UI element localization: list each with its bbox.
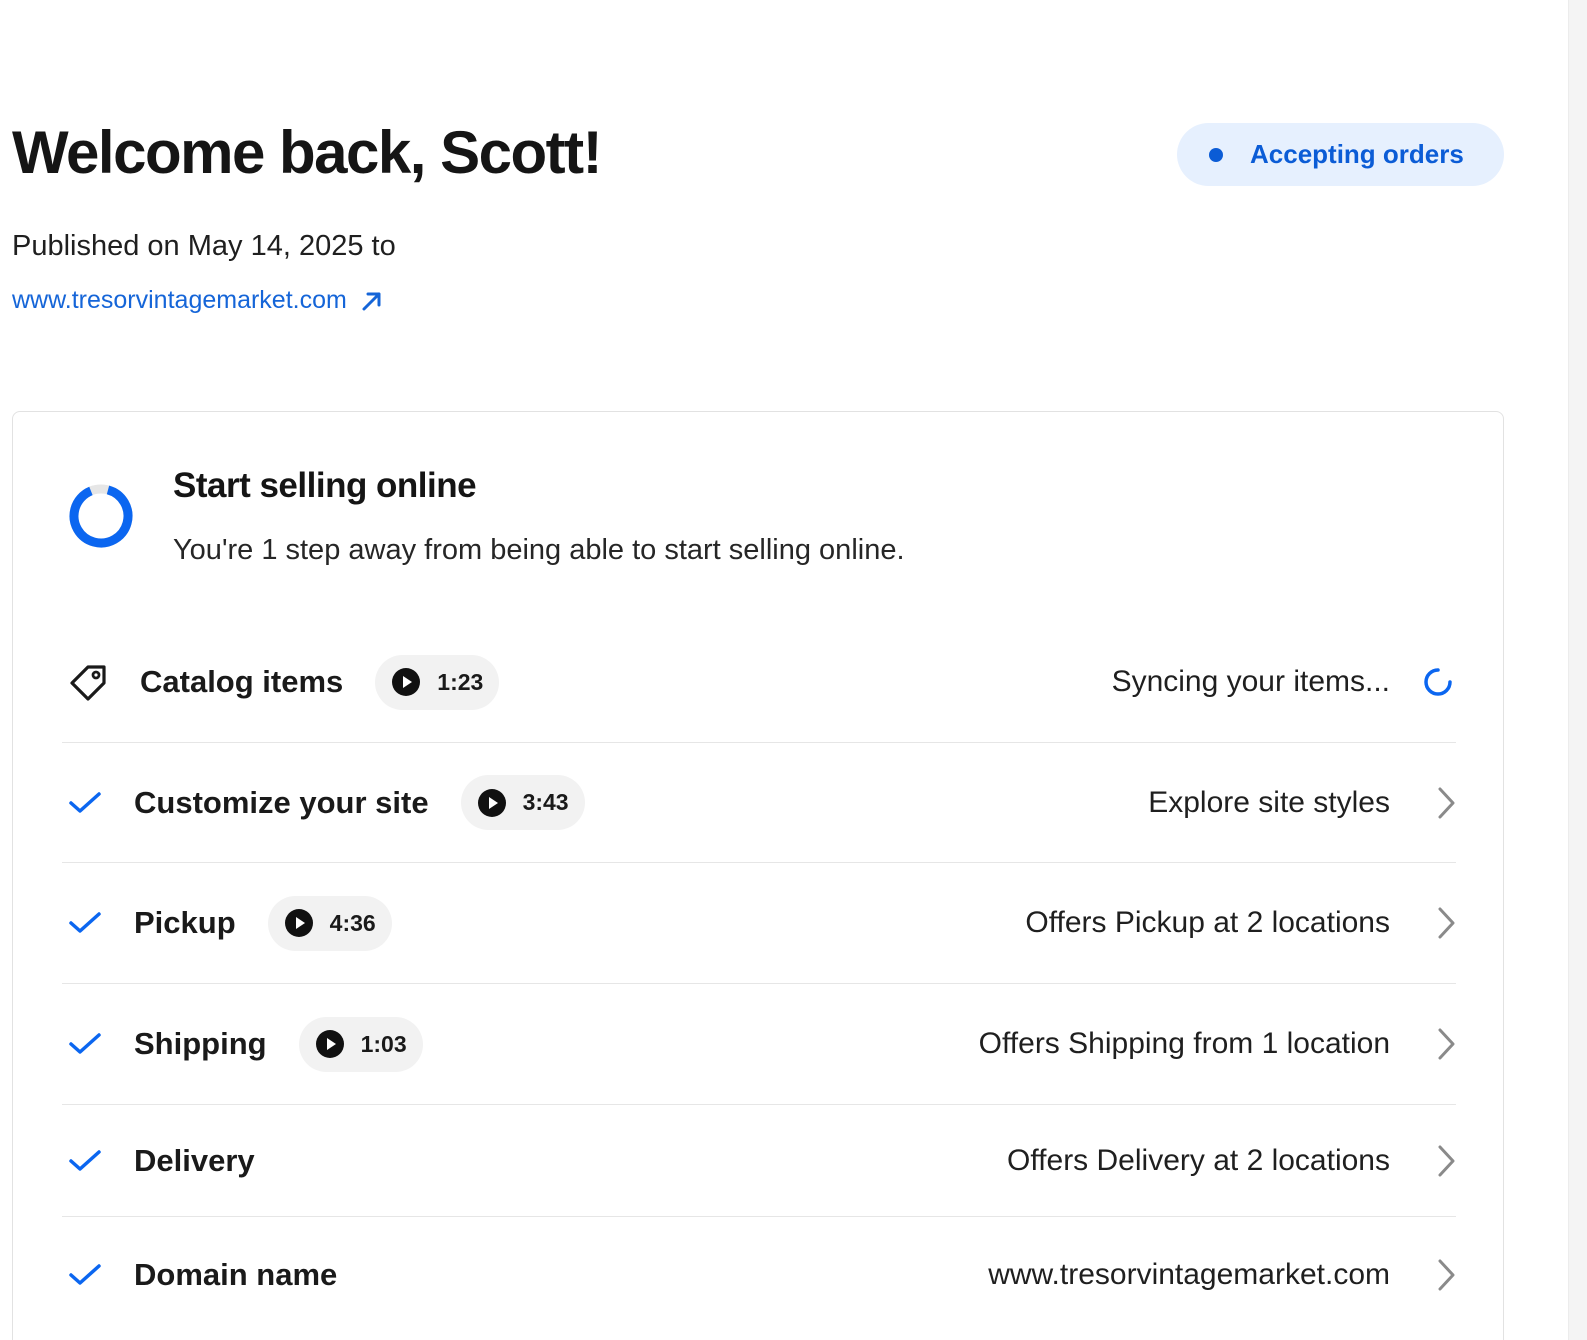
scrollbar-track[interactable] xyxy=(1568,0,1587,1340)
page: Welcome back, Scott! Accepting orders Pu… xyxy=(0,0,1587,1340)
setup-row-catalog-items[interactable]: Catalog items 1:23 Syncing your items... xyxy=(62,622,1456,743)
status-label: Accepting orders xyxy=(1250,139,1464,169)
accepting-orders-status[interactable]: Accepting orders xyxy=(1177,123,1504,186)
setup-row-status: Offers Shipping from 1 location xyxy=(978,1027,1390,1060)
card-subtitle: You're 1 step away from being able to st… xyxy=(173,534,905,566)
setup-row-status: www.tresorvintagemarket.com xyxy=(988,1257,1390,1291)
setup-row-label: Pickup xyxy=(134,905,236,940)
setup-row-delivery[interactable]: Delivery Offers Delivery at 2 locations xyxy=(62,1105,1456,1217)
play-icon xyxy=(391,667,421,697)
play-icon xyxy=(315,1029,345,1059)
check-icon xyxy=(62,1032,134,1056)
check-icon xyxy=(62,911,134,935)
chevron-right-icon xyxy=(1390,1258,1456,1292)
setup-row-domain-name[interactable]: Domain name www.tresorvintagemarket.com xyxy=(62,1217,1456,1332)
chevron-right-icon xyxy=(1390,1144,1456,1178)
setup-row-label: Delivery xyxy=(134,1142,255,1178)
video-duration: 4:36 xyxy=(329,909,376,936)
setup-row-status: Offers Pickup at 2 locations xyxy=(1025,906,1390,939)
external-link-icon xyxy=(359,288,385,314)
chevron-right-icon xyxy=(1390,1027,1456,1061)
site-link-text: www.tresorvintagemarket.com xyxy=(12,286,347,314)
setup-row-label: Domain name xyxy=(134,1256,338,1292)
video-chip[interactable]: 1:23 xyxy=(375,654,500,710)
check-icon xyxy=(62,1263,134,1287)
video-chip[interactable]: 3:43 xyxy=(460,775,585,830)
card-title: Start selling online xyxy=(173,466,477,505)
tag-icon xyxy=(62,661,140,703)
setup-row-status: Offers Delivery at 2 locations xyxy=(1007,1143,1390,1177)
video-chip[interactable]: 1:03 xyxy=(298,1016,423,1072)
video-duration: 3:43 xyxy=(522,789,569,815)
status-dot-icon xyxy=(1209,147,1223,162)
setup-row-status: Syncing your items... xyxy=(1111,665,1390,698)
chevron-right-icon xyxy=(1390,906,1456,940)
setup-row-shipping[interactable]: Shipping 1:03 Offers Shipping from 1 loc… xyxy=(62,984,1456,1105)
video-chip[interactable]: 4:36 xyxy=(267,895,392,951)
loading-spinner-icon xyxy=(1390,664,1456,700)
video-duration: 1:03 xyxy=(360,1030,407,1057)
progress-ring-icon xyxy=(67,482,135,555)
check-icon xyxy=(62,1149,134,1173)
setup-row-status: Explore site styles xyxy=(1148,785,1390,819)
setup-row-label: Customize your site xyxy=(134,784,429,820)
setup-row-label: Shipping xyxy=(134,1026,267,1061)
published-text: Published on May 14, 2025 to xyxy=(12,230,396,262)
chevron-right-icon xyxy=(1390,786,1456,820)
video-duration: 1:23 xyxy=(437,668,484,695)
page-title: Welcome back, Scott! xyxy=(12,119,603,186)
setup-row-customize-site[interactable]: Customize your site 3:43 Explore site st… xyxy=(62,743,1456,863)
setup-row-label: Catalog items xyxy=(140,664,344,699)
check-icon xyxy=(62,791,134,815)
site-link[interactable]: www.tresorvintagemarket.com xyxy=(12,286,385,315)
play-icon xyxy=(477,788,507,818)
start-selling-card: Start selling online You're 1 step away … xyxy=(12,411,1504,1340)
setup-row-pickup[interactable]: Pickup 4:36 Offers Pickup at 2 locations xyxy=(62,863,1456,984)
play-icon xyxy=(284,908,314,938)
